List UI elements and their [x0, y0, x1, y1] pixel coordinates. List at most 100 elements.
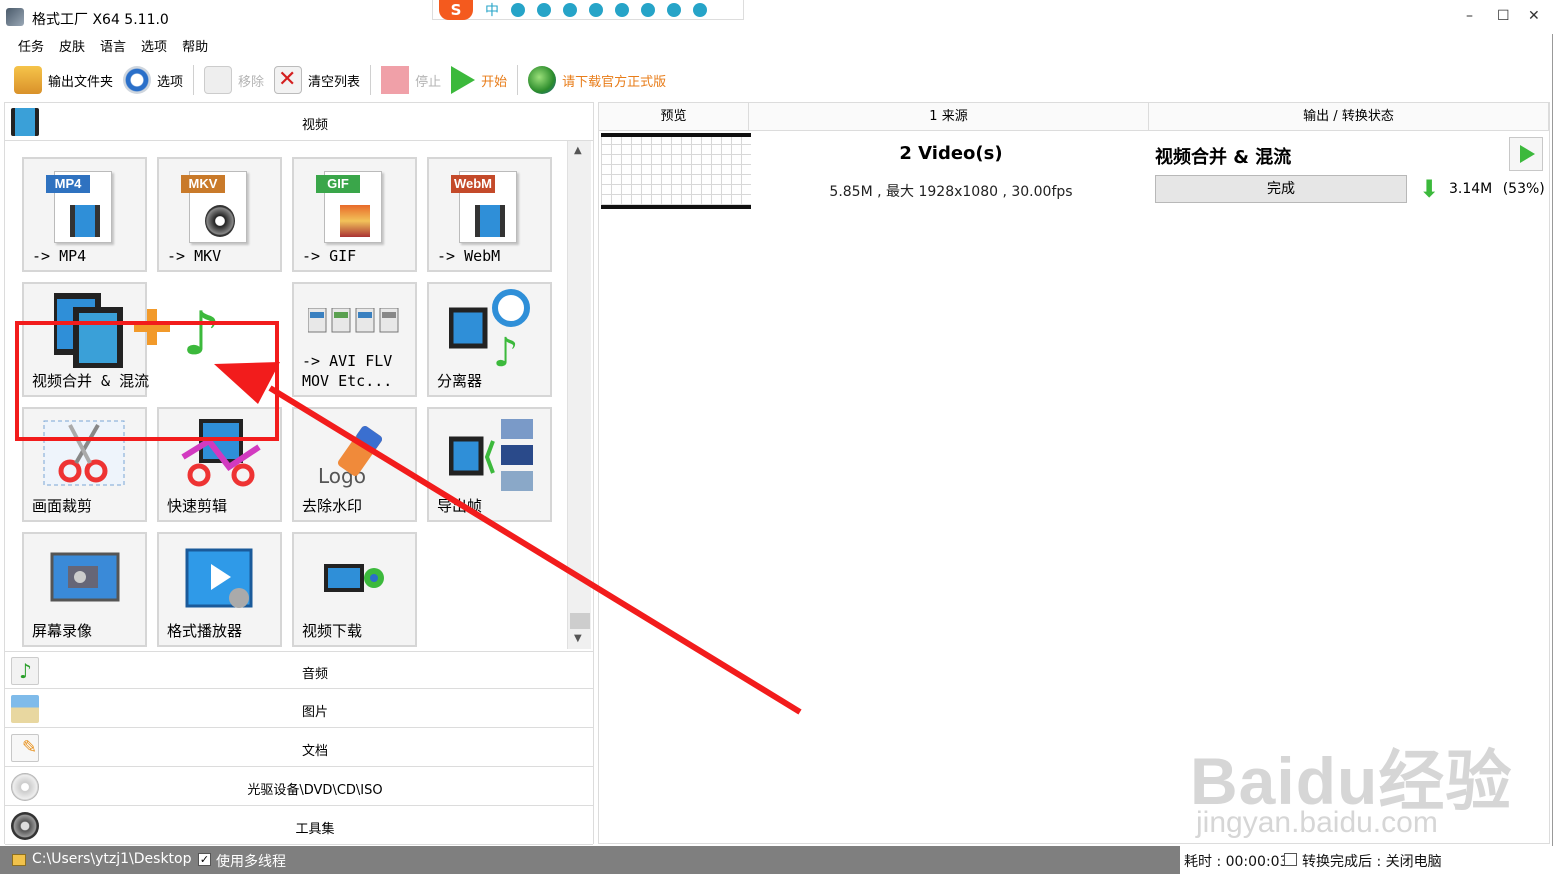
maximize-button[interactable]: ☐: [1497, 8, 1510, 24]
tile-label: 屏幕录像: [32, 622, 93, 640]
download-official-link[interactable]: 请下载官方正式版: [528, 64, 666, 96]
minimize-button[interactable]: –: [1466, 8, 1473, 24]
reel-icon: [205, 205, 235, 237]
category-image-label: 图片: [301, 705, 328, 720]
folder-icon[interactable]: [12, 854, 26, 866]
toolbar-separator: [517, 65, 519, 95]
tile-to-gif[interactable]: GIF -> GIF: [292, 157, 417, 272]
size-decrease-arrow-icon: ⬇: [1419, 175, 1440, 203]
tile-label: -> WebM: [437, 247, 501, 265]
options-icon: [123, 66, 152, 94]
tile-label: 画面裁剪: [32, 497, 93, 515]
globe-icon: [528, 66, 557, 94]
output-size-ratio: (53%): [1502, 181, 1545, 197]
tile-label: 去除水印: [302, 497, 363, 515]
webm-badge: WebM: [451, 175, 495, 193]
toolbar-separator: [370, 65, 372, 95]
tile-label: -> AVI FLV MOV Etc...: [302, 352, 393, 390]
ime-punct-icon[interactable]: [511, 2, 525, 17]
eraser-icon: Logo: [318, 426, 383, 488]
tile-label: -> GIF: [302, 247, 357, 265]
tile-to-mp4[interactable]: MP4 -> MP4: [22, 157, 147, 272]
menu-task[interactable]: 任务: [18, 36, 44, 58]
ime-symbol-icon[interactable]: [589, 2, 603, 17]
category-image[interactable]: 图片: [5, 690, 593, 728]
after-done-checkbox[interactable]: [1284, 853, 1297, 866]
play-output-button[interactable]: [1509, 137, 1543, 171]
output-folder-button[interactable]: 输出文件夹: [14, 64, 113, 96]
clear-list-icon: [274, 66, 303, 94]
ime-lang-label[interactable]: 中: [485, 0, 499, 20]
svg-text:♪: ♪: [493, 330, 519, 368]
category-audio-label: 音频: [301, 667, 328, 682]
mkv-badge: MKV: [181, 175, 225, 193]
tile-export-frames[interactable]: 导出帧: [427, 407, 552, 522]
multithread-checkbox[interactable]: ✓: [198, 853, 211, 866]
output-path[interactable]: C:\Users\ytzj1\Desktop: [32, 851, 192, 867]
scroll-thumb[interactable]: [570, 613, 590, 629]
tile-to-webm[interactable]: WebM -> WebM: [427, 157, 552, 272]
app-icon: [6, 8, 24, 26]
format-factory-window: 格式工厂 X64 5.11.0 S 中 – ☐ ✕ 任务 皮肤 语言 选项 帮助…: [0, 0, 1553, 874]
sogou-ime-icon[interactable]: S: [439, 0, 473, 20]
after-done-label: 转换完成后 : 关闭电脑: [1302, 854, 1442, 870]
menu-options[interactable]: 选项: [141, 36, 167, 58]
multithread-label: 使用多线程: [216, 854, 286, 870]
tile-video-download[interactable]: 视频下载: [292, 532, 417, 647]
tile-to-mkv[interactable]: MKV -> MKV: [157, 157, 282, 272]
tile-label: 分离器: [437, 372, 483, 390]
options-button[interactable]: 选项: [123, 64, 183, 96]
column-output-status[interactable]: 输出 / 转换状态: [1149, 103, 1549, 131]
stop-button[interactable]: 停止: [381, 64, 441, 96]
screen-record-icon: [50, 552, 120, 602]
output-size: 3.14M (53%): [1449, 181, 1545, 197]
clear-list-button[interactable]: 清空列表: [274, 64, 360, 96]
tile-format-player[interactable]: 格式播放器: [157, 532, 282, 647]
column-source[interactable]: 1 来源: [749, 103, 1149, 131]
category-document[interactable]: 文档: [5, 729, 593, 767]
options-label: 选项: [157, 74, 184, 90]
ime-voice-icon[interactable]: [563, 2, 577, 17]
start-button[interactable]: 开始: [451, 64, 507, 96]
category-tools[interactable]: 工具集: [5, 807, 593, 845]
scroll-up-arrow-icon[interactable]: ▲: [574, 145, 582, 156]
tile-remove-watermark[interactable]: Logo 去除水印: [292, 407, 417, 522]
remove-icon: [204, 66, 233, 94]
category-audio[interactable]: 音频: [5, 651, 593, 689]
toolbar: 输出文件夹 选项 移除 清空列表 停止 开始 请下载官方正式版: [0, 62, 1553, 98]
menu-language[interactable]: 语言: [100, 36, 126, 58]
splitter-icon: ♪: [449, 289, 530, 368]
ime-skin-icon[interactable]: [667, 2, 681, 17]
tile-to-avi-flv-mov[interactable]: -> AVI FLV MOV Etc...: [292, 282, 417, 397]
source-info: 5.85M , 最大 1928x1080 , 30.00fps: [829, 184, 1073, 200]
ime-emoji-icon[interactable]: [537, 2, 551, 17]
merge-highlight-box: [15, 321, 279, 441]
ime-tools-icon[interactable]: [641, 2, 655, 17]
multi-format-icon: [308, 308, 399, 333]
tools-scrollbar[interactable]: ▲ ▼: [567, 141, 591, 649]
function-panel: 视频 MP4 -> MP4 MKV -> MKV GIF -> GIF WebM…: [4, 102, 594, 845]
column-preview[interactable]: 预览: [599, 103, 749, 131]
stop-label: 停止: [415, 74, 442, 90]
close-button[interactable]: ✕: [1528, 8, 1540, 24]
title-bar: 格式工厂 X64 5.11.0 S 中 – ☐ ✕: [0, 0, 1553, 34]
menu-skin[interactable]: 皮肤: [59, 36, 85, 58]
menu-help[interactable]: 帮助: [182, 36, 208, 58]
ime-menu-icon[interactable]: [693, 2, 707, 17]
category-document-label: 文档: [301, 744, 328, 759]
source-title: 2 Video(s): [899, 143, 1003, 164]
tile-label: -> MP4: [32, 247, 87, 265]
tile-screen-record[interactable]: 屏幕录像: [22, 532, 147, 647]
export-frames-icon: [449, 419, 533, 491]
category-disc[interactable]: 光驱设备\DVD\CD\ISO: [5, 768, 593, 806]
elapsed-time: 耗时 : 00:00:03: [1184, 854, 1289, 870]
clear-list-label: 清空列表: [308, 74, 361, 90]
window-title: 格式工厂 X64 5.11.0: [32, 12, 169, 28]
ime-keyboard-icon[interactable]: [615, 2, 629, 17]
scroll-down-arrow-icon[interactable]: ▼: [574, 633, 582, 644]
remove-button[interactable]: 移除: [204, 64, 264, 96]
category-video[interactable]: 视频: [5, 103, 593, 141]
tile-splitter[interactable]: ♪ 分离器: [427, 282, 552, 397]
mp4-badge: MP4: [46, 175, 90, 193]
ime-toolbar[interactable]: S 中: [432, 0, 744, 20]
